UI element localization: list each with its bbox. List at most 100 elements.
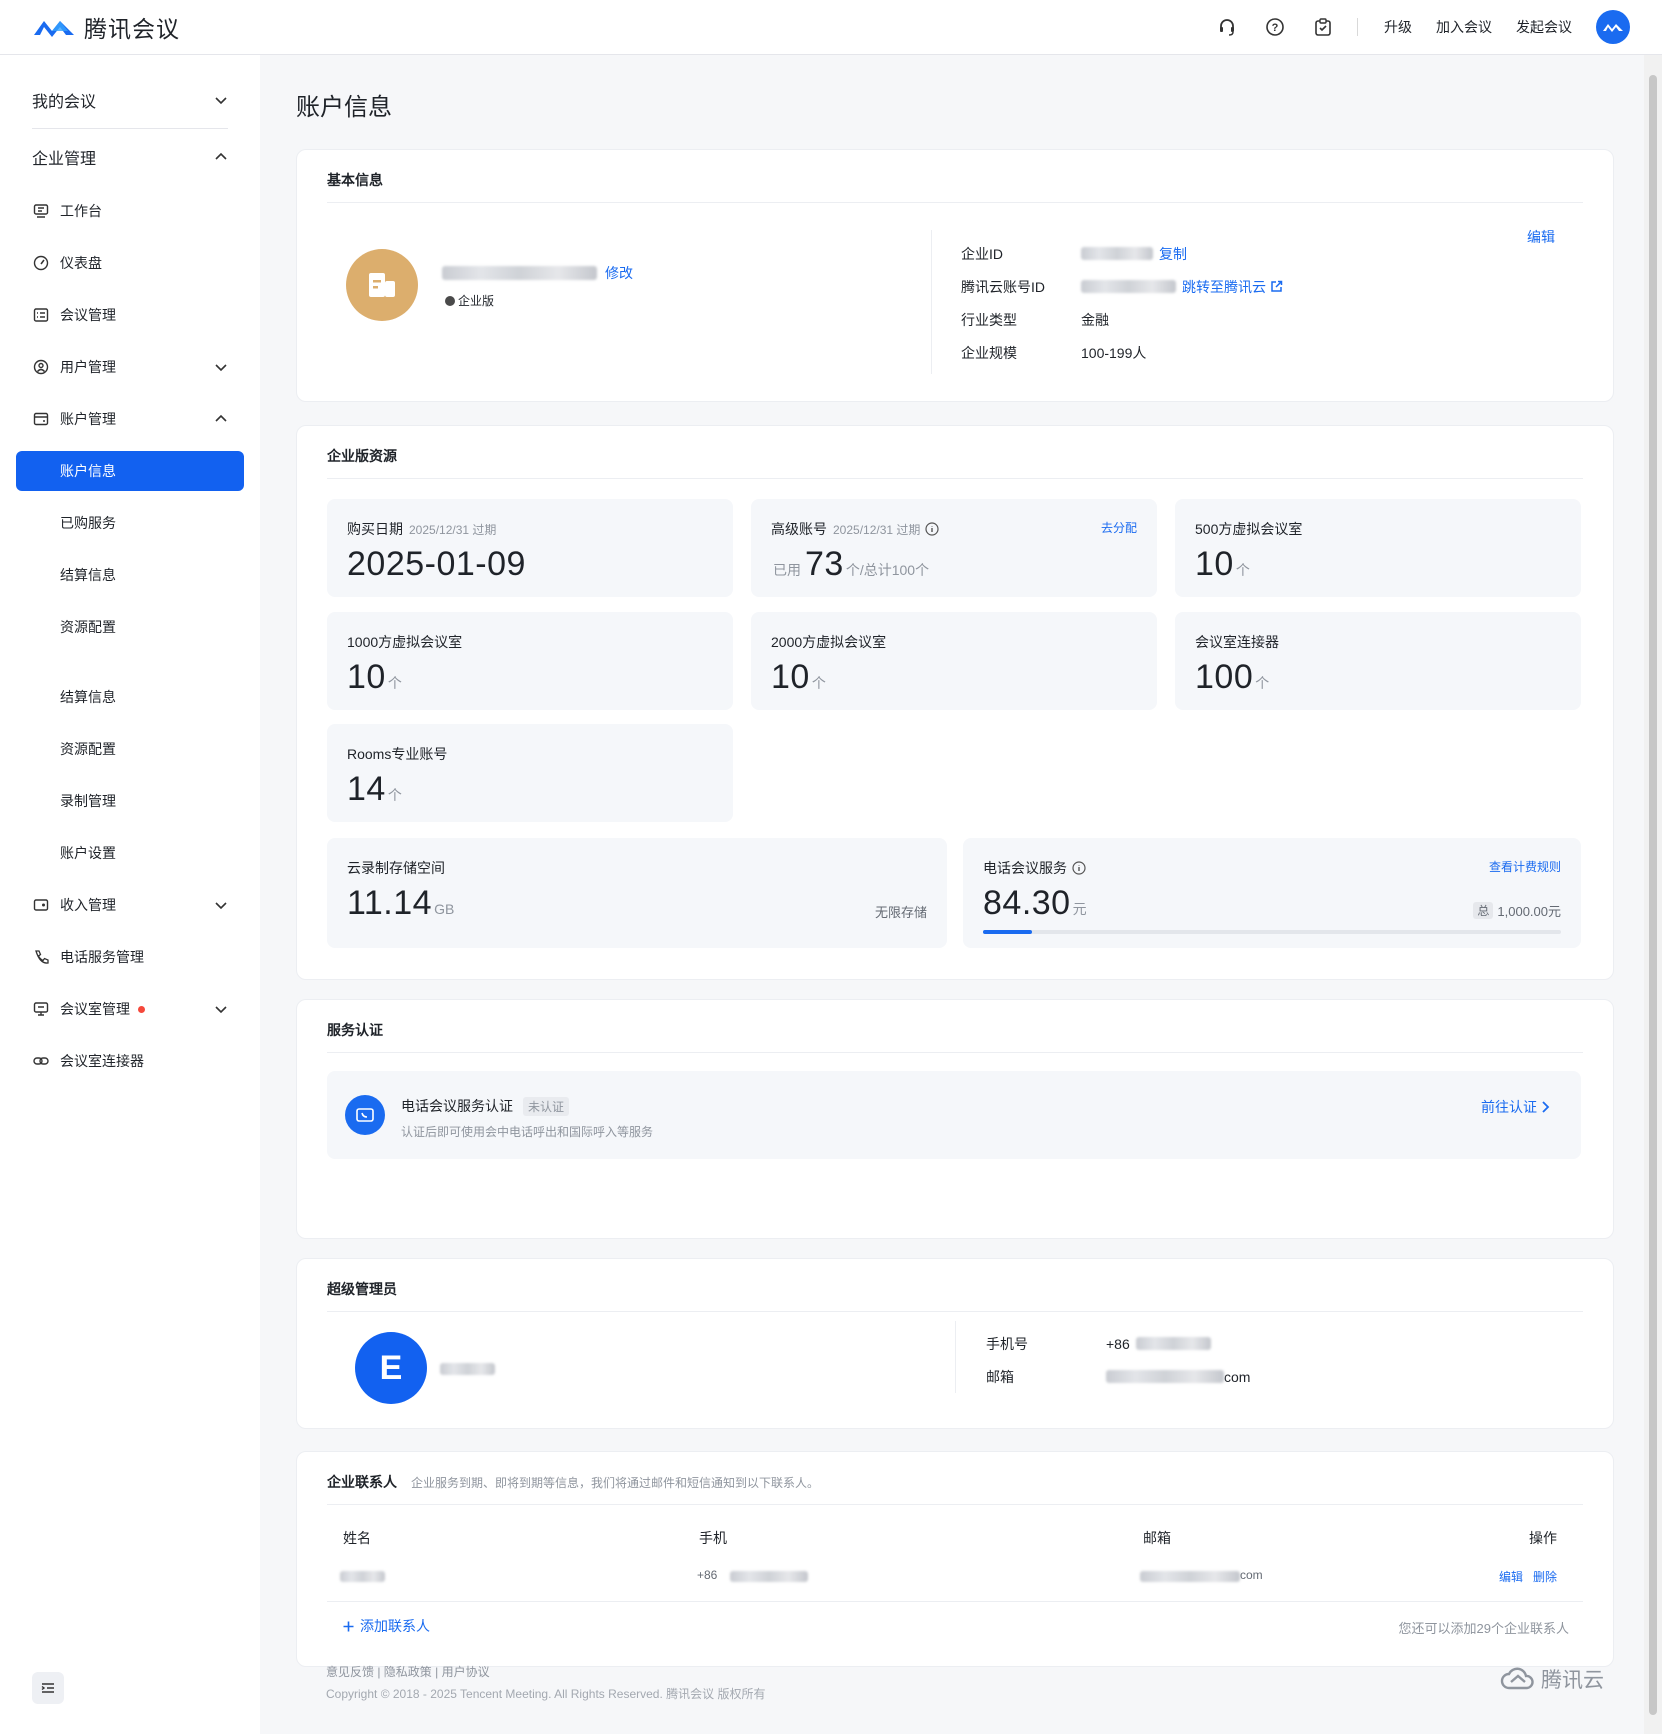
jump-to-tencent-cloud-link[interactable]: 跳转至腾讯云: [1182, 277, 1266, 297]
cloud-id-redacted: [1081, 280, 1176, 293]
edition-label: 企业版: [458, 294, 495, 308]
admin-phone-redacted: [1135, 1337, 1211, 1350]
sidebar-group-enterprise[interactable]: 企业管理: [0, 129, 260, 185]
collapse-sidebar-button[interactable]: [32, 1672, 64, 1704]
sidebar-item-account-management[interactable]: 账户管理: [0, 393, 260, 445]
admin-phone-row: 手机号 +86: [986, 1327, 1250, 1360]
clipboard-check-icon[interactable]: [1299, 3, 1347, 51]
tile-value: 10 个: [771, 658, 826, 697]
sidebar-item-room-management[interactable]: 会议室管理: [0, 983, 260, 1035]
sidebar-item-user-management[interactable]: 用户管理: [0, 341, 260, 393]
column-header-email: 邮箱: [1143, 1530, 1171, 1546]
go-certify-link[interactable]: 前往认证: [1481, 1097, 1551, 1117]
sidebar-item-income-management[interactable]: 收入管理: [0, 879, 260, 931]
sidebar-item-workbench[interactable]: 工作台: [0, 185, 260, 237]
basic-info-card: 基本信息 修改 企业版 企业ID 复制 腾讯云账号ID 跳转至腾讯云 行业类型 …: [296, 149, 1614, 402]
chevron-down-icon: [215, 97, 227, 105]
scale-value: 100-199人: [1081, 344, 1147, 361]
info-icon[interactable]: [1072, 861, 1086, 875]
edit-contact-link[interactable]: 编辑: [1499, 1568, 1523, 1585]
sidebar-item-dashboard[interactable]: 仪表盘: [0, 237, 260, 289]
scrollbar-thumb[interactable]: [1649, 75, 1657, 1715]
tile-unit: GB: [434, 901, 455, 917]
column-header-name: 姓名: [343, 1530, 371, 1546]
top-bar: 腾讯会议 ? 升级 加入会议 发起会议: [0, 0, 1662, 55]
tile-label: 云录制存储空间: [347, 860, 445, 876]
billing-rules-link[interactable]: 查看计费规则: [1489, 858, 1561, 875]
add-contact-label: 添加联系人: [360, 1618, 430, 1634]
contact-email-redacted: [1140, 1571, 1240, 1582]
sidebar-subitem-billing-info-2[interactable]: 结算信息: [0, 671, 260, 723]
footer-copyright: Copyright © 2018 - 2025 Tencent Meeting.…: [326, 1687, 766, 1701]
used-label: 已用: [773, 562, 801, 578]
link-icon: [32, 1052, 50, 1070]
contact-phone-prefix: +86: [697, 1568, 718, 1582]
modify-name-link[interactable]: 修改: [605, 263, 633, 283]
phone-progress-fill: [983, 930, 1032, 934]
phone-cert-icon: [345, 1095, 385, 1135]
divider: [1357, 18, 1358, 36]
info-icon[interactable]: [925, 522, 940, 536]
join-meeting-link[interactable]: 加入会议: [1436, 17, 1492, 37]
plus-icon: [343, 1621, 354, 1631]
divider: [955, 1321, 956, 1393]
sidebar-subitem-account-settings[interactable]: 账户设置: [0, 827, 260, 879]
cloud-brand-name: 腾讯云: [1541, 1669, 1604, 1692]
help-icon[interactable]: ?: [1251, 3, 1299, 51]
edit-basic-info-link[interactable]: 编辑: [1527, 227, 1555, 247]
section-title-text: 企业联系人: [327, 1474, 397, 1490]
assign-link[interactable]: 去分配: [1101, 519, 1137, 536]
edition-icon: [445, 295, 455, 306]
footer-links[interactable]: 意见反馈 | 隐私政策 | 用户协议: [326, 1663, 490, 1680]
sidebar-subitem-resource-config[interactable]: 资源配置: [0, 601, 260, 653]
upgrade-link[interactable]: 升级: [1384, 17, 1412, 37]
external-link-icon[interactable]: [1270, 280, 1283, 293]
sidebar-item-label: 用户管理: [60, 359, 116, 375]
sidebar-item-meeting-management[interactable]: 会议管理: [0, 289, 260, 341]
delete-contact-link[interactable]: 删除: [1533, 1568, 1557, 1585]
tile-label-text: 购买日期: [347, 521, 403, 537]
section-title: 超级管理员: [327, 1259, 1583, 1312]
brand-logo[interactable]: 腾讯会议: [32, 10, 180, 44]
list-icon: [32, 306, 50, 324]
tencent-cloud-brand: 腾讯云: [1499, 1664, 1604, 1694]
tile-label: 电话会议服务: [983, 858, 1086, 878]
contact-phone-redacted: [730, 1571, 808, 1582]
headset-icon[interactable]: [1203, 3, 1251, 51]
user-avatar[interactable]: [1596, 10, 1630, 44]
add-contact-button[interactable]: 添加联系人: [343, 1616, 430, 1636]
admin-email-redacted: [1106, 1370, 1224, 1383]
scrollbar[interactable]: [1644, 55, 1662, 1734]
sidebar-subitem-account-info[interactable]: 账户信息: [16, 451, 244, 491]
enterprise-name-row: 修改: [442, 263, 633, 283]
admin-email-suffix: com: [1224, 1368, 1251, 1385]
cert-description: 认证后即可使用会中电话呼出和国际呼入等服务: [401, 1125, 654, 1139]
tile-value: 11.14 GB: [347, 884, 454, 923]
sidebar-item-label: 账户管理: [60, 411, 116, 427]
sidebar-item-room-connector[interactable]: 会议室连接器: [0, 1035, 260, 1087]
sidebar-item-phone-service[interactable]: 电话服务管理: [0, 931, 260, 983]
admin-email-row: 邮箱 com: [986, 1360, 1250, 1393]
info-label: 行业类型: [961, 311, 1017, 328]
start-meeting-link[interactable]: 发起会议: [1516, 17, 1572, 37]
tile-unit: 个: [387, 787, 402, 803]
total-tag: 总: [1473, 902, 1494, 919]
sidebar-group-label: 我的会议: [32, 94, 97, 111]
sidebar-subitem-resource-config-2[interactable]: 资源配置: [0, 723, 260, 775]
sidebar-subitem-billing-info[interactable]: 结算信息: [0, 549, 260, 601]
unlimited-storage-note: 无限存储: [874, 905, 927, 920]
tile-unit: 个: [1255, 675, 1270, 691]
info-label: 企业ID: [961, 245, 1003, 262]
chevron-down-icon: [215, 1006, 227, 1014]
sidebar-subitem-purchased-services[interactable]: 已购服务: [0, 497, 260, 549]
wallet-icon: [32, 410, 50, 428]
copy-id-link[interactable]: 复制: [1159, 244, 1187, 264]
tile-label: 会议室连接器: [1195, 634, 1279, 650]
sidebar-subitem-recording-management[interactable]: 录制管理: [0, 775, 260, 827]
sidebar-group-my-meetings[interactable]: 我的会议: [0, 72, 260, 128]
expire-text: 2025/12/31 过期: [833, 522, 921, 537]
info-row-enterprise-id: 企业ID 复制: [961, 237, 1283, 270]
phone-icon: [32, 948, 50, 966]
section-title: 企业版资源: [327, 426, 1583, 479]
tile-label: 2000方虚拟会议室: [771, 634, 887, 650]
